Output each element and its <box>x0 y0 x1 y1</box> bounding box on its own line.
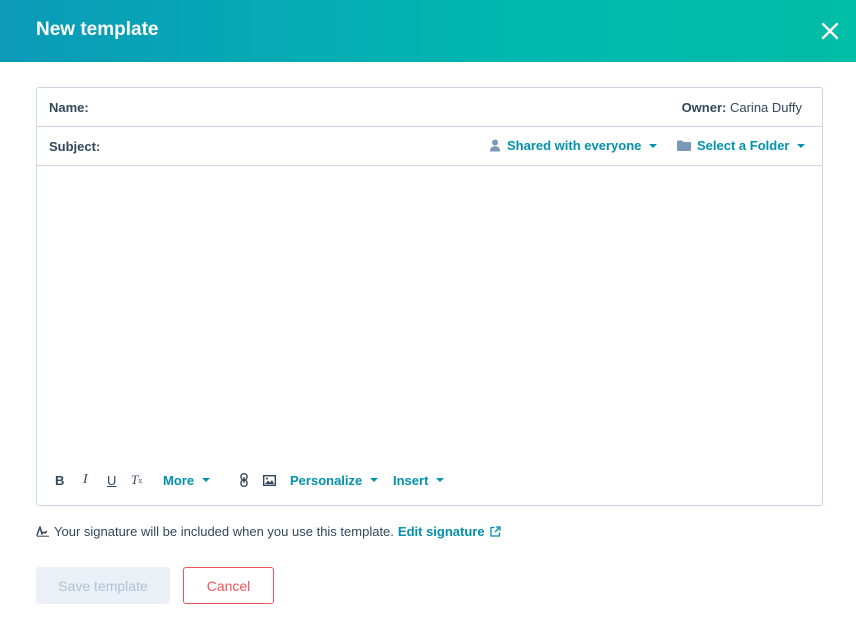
clear-format-label: T <box>131 472 139 487</box>
clear-format-sub: x <box>138 475 143 485</box>
formatting-toolbar: B I U Tx More Personalize Insert <box>49 469 469 491</box>
subject-label: Subject: <box>49 139 101 154</box>
template-body-input[interactable] <box>37 166 822 456</box>
link-icon <box>240 473 248 487</box>
chevron-down-icon <box>797 143 806 148</box>
save-template-button[interactable]: Save template <box>36 567 170 604</box>
external-link-icon <box>489 525 501 537</box>
folder-dropdown[interactable]: Select a Folder <box>677 138 806 153</box>
modal-title: New template <box>36 19 159 40</box>
folder-icon <box>677 140 691 151</box>
chevron-down-icon <box>649 143 658 148</box>
modal-header: New template <box>0 0 856 62</box>
cancel-button[interactable]: Cancel <box>183 567 274 604</box>
chevron-down-icon <box>370 478 379 482</box>
clear-format-button[interactable]: Tx <box>131 469 142 491</box>
share-dropdown[interactable]: Shared with everyone <box>489 138 658 153</box>
folder-dropdown-label: Select a Folder <box>697 138 790 153</box>
image-icon <box>263 474 276 486</box>
personalize-dropdown[interactable]: Personalize <box>290 469 379 491</box>
personalize-label: Personalize <box>290 472 363 488</box>
owner: Owner: Carina Duffy <box>682 100 802 115</box>
chevron-down-icon <box>202 478 211 482</box>
signature-note: Your signature will be included when you… <box>36 522 501 540</box>
close-button[interactable] <box>816 17 844 45</box>
name-row: Name: Owner: Carina Duffy <box>37 88 822 127</box>
italic-button[interactable]: I <box>83 469 88 491</box>
share-dropdown-label: Shared with everyone <box>507 138 642 153</box>
insert-label: Insert <box>393 472 429 488</box>
bold-button[interactable]: B <box>55 469 64 491</box>
underline-button[interactable]: U <box>107 469 116 491</box>
more-dropdown[interactable]: More <box>163 469 211 491</box>
person-icon <box>490 139 500 152</box>
template-editor: Name: Owner: Carina Duffy Subject: Share… <box>36 87 823 506</box>
subject-input[interactable] <box>115 133 475 159</box>
edit-signature-label: Edit signature <box>397 523 485 539</box>
owner-value: Carina Duffy <box>729 100 802 115</box>
name-label: Name: <box>49 100 89 115</box>
more-label: More <box>163 472 195 488</box>
signature-text: Your signature will be included when you… <box>54 523 394 539</box>
signature-icon <box>36 526 49 537</box>
close-icon <box>821 22 839 40</box>
insert-link-button[interactable] <box>239 469 249 491</box>
chevron-down-icon <box>436 478 445 482</box>
owner-label: Owner: <box>681 100 727 115</box>
insert-image-button[interactable] <box>263 469 276 491</box>
name-input[interactable] <box>99 94 659 120</box>
subject-row: Subject: Shared with everyone Select a F… <box>37 127 822 166</box>
edit-signature-link[interactable]: Edit signature <box>398 524 501 539</box>
insert-dropdown[interactable]: Insert <box>393 469 445 491</box>
